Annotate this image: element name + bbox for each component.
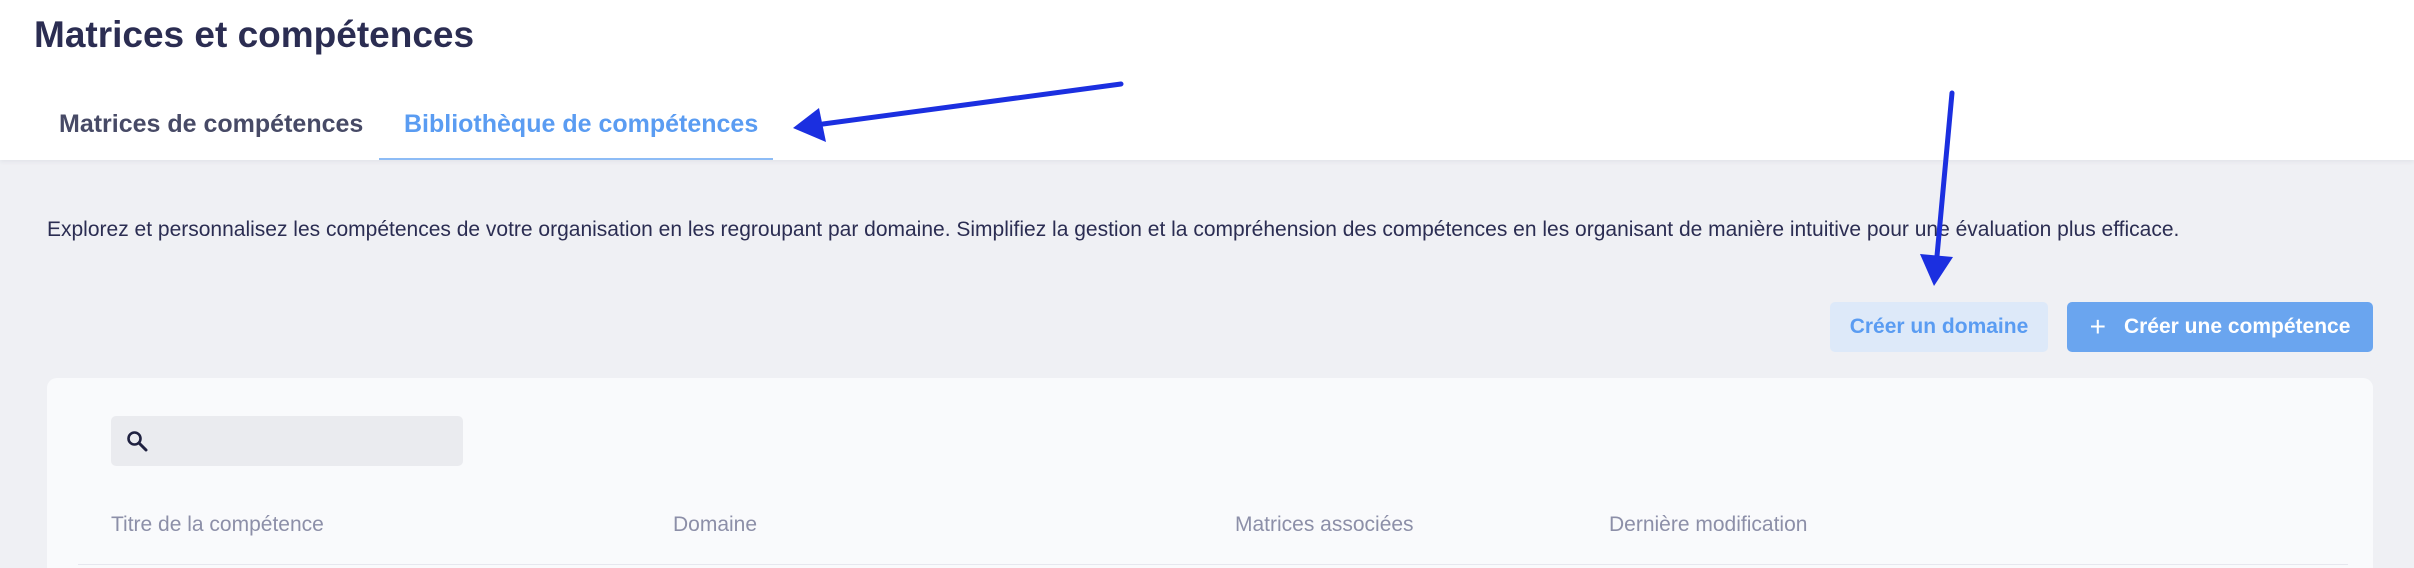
plus-icon: + <box>2089 311 2106 342</box>
column-header-domain[interactable]: Domaine <box>673 513 757 537</box>
skills-table-card <box>47 378 2373 568</box>
create-domain-button[interactable]: Créer un domaine <box>1830 302 2048 352</box>
page-description: Explorez et personnalisez les compétence… <box>47 218 2180 241</box>
tab-skill-library[interactable]: Bibliothèque de compétences <box>404 110 758 139</box>
tab-skill-matrices[interactable]: Matrices de compétences <box>59 110 363 139</box>
search-icon <box>127 431 148 452</box>
column-header-skill-title[interactable]: Titre de la compétence <box>111 513 324 537</box>
search-input[interactable] <box>155 416 455 466</box>
create-skill-button[interactable]: + Créer une compétence <box>2067 302 2373 352</box>
column-header-associated-matrices[interactable]: Matrices associées <box>1235 513 1414 537</box>
create-skill-label: Créer une compétence <box>2123 315 2351 338</box>
search-box[interactable] <box>111 416 463 466</box>
page-title: Matrices et compétences <box>34 14 475 55</box>
create-domain-label: Créer un domaine <box>1849 315 2029 338</box>
active-tab-indicator <box>379 158 773 160</box>
page-header: Matrices et compétences Matrices de comp… <box>0 0 2414 160</box>
table-header-divider <box>78 564 2348 565</box>
skills-page: Matrices et compétences Matrices de comp… <box>0 0 2414 568</box>
column-header-last-modified[interactable]: Dernière modification <box>1609 513 1807 537</box>
